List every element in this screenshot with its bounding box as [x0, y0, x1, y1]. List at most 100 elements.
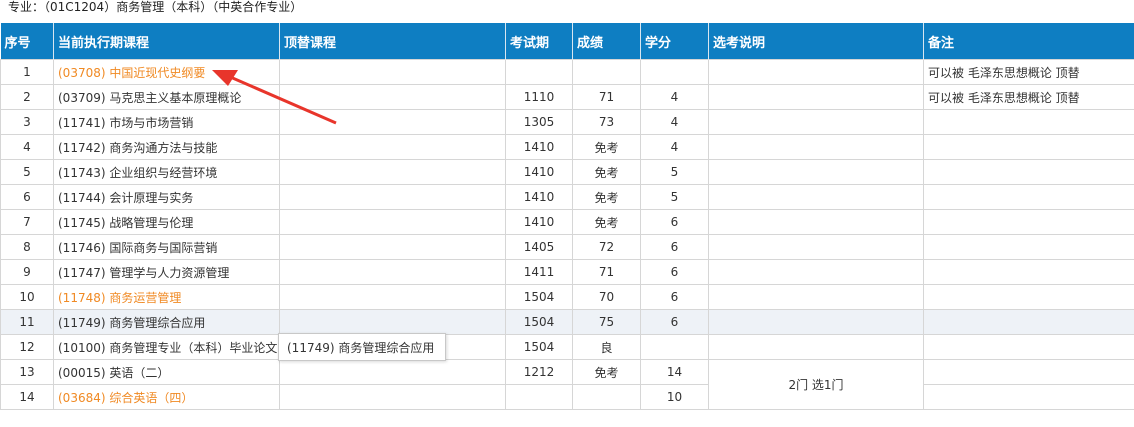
row-no: 3: [0, 109, 54, 135]
row-score: 75: [572, 309, 641, 335]
row-period: 1410: [505, 134, 573, 160]
row-course[interactable]: (11747) 管理学与人力资源管理: [53, 259, 280, 285]
row-course[interactable]: (11744) 会计原理与实务: [53, 184, 280, 210]
row-replace: [279, 84, 506, 110]
row-course[interactable]: (03684) 综合英语（四）: [53, 384, 280, 410]
row-course[interactable]: (11748) 商务运营管理: [53, 284, 280, 310]
row-elective: [708, 59, 924, 85]
row-credit: [640, 334, 709, 360]
row-replace: [279, 234, 506, 260]
row-elective: [708, 309, 924, 335]
row-remark: [923, 309, 1134, 335]
table-row[interactable]: 8 (11746) 国际商务与国际营销 1405 72 6: [0, 234, 1134, 260]
header-replace: 顶替课程: [279, 23, 506, 60]
row-remark: 可以被 毛泽东思想概论 顶替: [923, 84, 1134, 110]
row-course[interactable]: (00015) 英语（二）: [53, 359, 280, 385]
row-score: 免考: [572, 209, 641, 235]
row-credit: 5: [640, 184, 709, 210]
row-score: [572, 384, 641, 410]
row-remark: 可以被 毛泽东思想概论 顶替: [923, 59, 1134, 85]
row-credit: 6: [640, 284, 709, 310]
row-period: 1410: [505, 159, 573, 185]
row-credit: 5: [640, 159, 709, 185]
table-row[interactable]: 12 (10100) 商务管理专业（本科）毕业论文 1504 良: [0, 334, 1134, 360]
row-remark: [923, 284, 1134, 310]
row-score: 良: [572, 334, 641, 360]
row-course[interactable]: (11743) 企业组织与经营环境: [53, 159, 280, 185]
row-score: 免考: [572, 184, 641, 210]
major-title: 专业：（01C1204）商务管理（本科）（中英合作专业）: [8, 0, 303, 14]
row-no: 8: [0, 234, 54, 260]
row-elective-note: 2门 选1门: [708, 359, 924, 410]
header-remark: 备注: [923, 23, 1134, 60]
row-period: 1212: [505, 359, 573, 385]
row-no: 4: [0, 134, 54, 160]
header-score: 成绩: [572, 23, 641, 60]
row-course[interactable]: (11746) 国际商务与国际营销: [53, 234, 280, 260]
row-replace: [279, 59, 506, 85]
row-replace: [279, 384, 506, 410]
row-elective: [708, 259, 924, 285]
row-course[interactable]: (03709) 马克思主义基本原理概论: [53, 84, 280, 110]
row-course[interactable]: (11745) 战略管理与伦理: [53, 209, 280, 235]
row-no: 1: [0, 59, 54, 85]
table-row[interactable]: 6 (11744) 会计原理与实务 1410 免考 5: [0, 184, 1134, 210]
table-row[interactable]: 13 (00015) 英语（二） 1212 免考 14 2门 选1门: [0, 359, 1134, 410]
table-row[interactable]: 9 (11747) 管理学与人力资源管理 1411 71 6: [0, 259, 1134, 285]
table-row[interactable]: 2 (03709) 马克思主义基本原理概论 1110 71 4 可以被 毛泽东思想概论 顶…: [0, 84, 1134, 110]
row-remark: [923, 184, 1134, 210]
row-remark: [923, 359, 1134, 385]
table-row[interactable]: 11 (11749) 商务管理综合应用 1504 75 6: [0, 309, 1134, 335]
row-score: 免考: [572, 159, 641, 185]
row-no: 13: [0, 359, 54, 385]
row-period: 1411: [505, 259, 573, 285]
row-credit: 6: [640, 259, 709, 285]
table-row[interactable]: 14 (03684) 综合英语（四） 10: [0, 384, 1134, 410]
row-credit: 6: [640, 309, 709, 335]
row-score: [572, 59, 641, 85]
row-replace: [279, 309, 506, 335]
course-table: 序号 当前执行期课程 顶替课程 考试期 成绩 学分 选考说明 备注 1 (0370…: [0, 23, 1134, 410]
row-remark: [923, 209, 1134, 235]
row-course[interactable]: (10100) 商务管理专业（本科）毕业论文: [53, 334, 280, 360]
table-row[interactable]: 3 (11741) 市场与市场营销 1305 73 4: [0, 109, 1134, 135]
header-no: 序号: [0, 23, 54, 60]
course-tooltip: (11749) 商务管理综合应用: [278, 333, 446, 361]
table-row[interactable]: 5 (11743) 企业组织与经营环境 1410 免考 5: [0, 159, 1134, 185]
row-remark: [923, 159, 1134, 185]
row-course[interactable]: (03708) 中国近现代史纲要: [53, 59, 280, 85]
row-period: 1504: [505, 284, 573, 310]
row-period: 1110: [505, 84, 573, 110]
row-replace: [279, 359, 506, 385]
row-elective: [708, 109, 924, 135]
row-period: 1504: [505, 309, 573, 335]
row-replace: [279, 184, 506, 210]
row-period: [505, 384, 573, 410]
row-score: 免考: [572, 134, 641, 160]
header-course: 当前执行期课程: [53, 23, 280, 60]
row-no: 14: [0, 384, 54, 410]
row-replace: [279, 209, 506, 235]
row-remark: [923, 134, 1134, 160]
row-replace: [279, 284, 506, 310]
row-course[interactable]: (11741) 市场与市场营销: [53, 109, 280, 135]
row-score: 免考: [572, 359, 641, 385]
row-no: 7: [0, 209, 54, 235]
table-row[interactable]: 4 (11742) 商务沟通方法与技能 1410 免考 4: [0, 134, 1134, 160]
table-row[interactable]: 1 (03708) 中国近现代史纲要 可以被 毛泽东思想概论 顶替: [0, 59, 1134, 85]
row-replace: [279, 134, 506, 160]
row-elective: [708, 159, 924, 185]
row-elective: [708, 209, 924, 235]
row-elective: [708, 284, 924, 310]
row-remark: [923, 334, 1134, 360]
row-course[interactable]: (11742) 商务沟通方法与技能: [53, 134, 280, 160]
row-score: 71: [572, 84, 641, 110]
row-score: 73: [572, 109, 641, 135]
table-row[interactable]: 10 (11748) 商务运营管理 1504 70 6: [0, 284, 1134, 310]
row-course[interactable]: (11749) 商务管理综合应用: [53, 309, 280, 335]
row-no: 5: [0, 159, 54, 185]
row-elective: [708, 84, 924, 110]
row-no: 6: [0, 184, 54, 210]
row-elective: [708, 234, 924, 260]
table-row[interactable]: 7 (11745) 战略管理与伦理 1410 免考 6: [0, 209, 1134, 235]
